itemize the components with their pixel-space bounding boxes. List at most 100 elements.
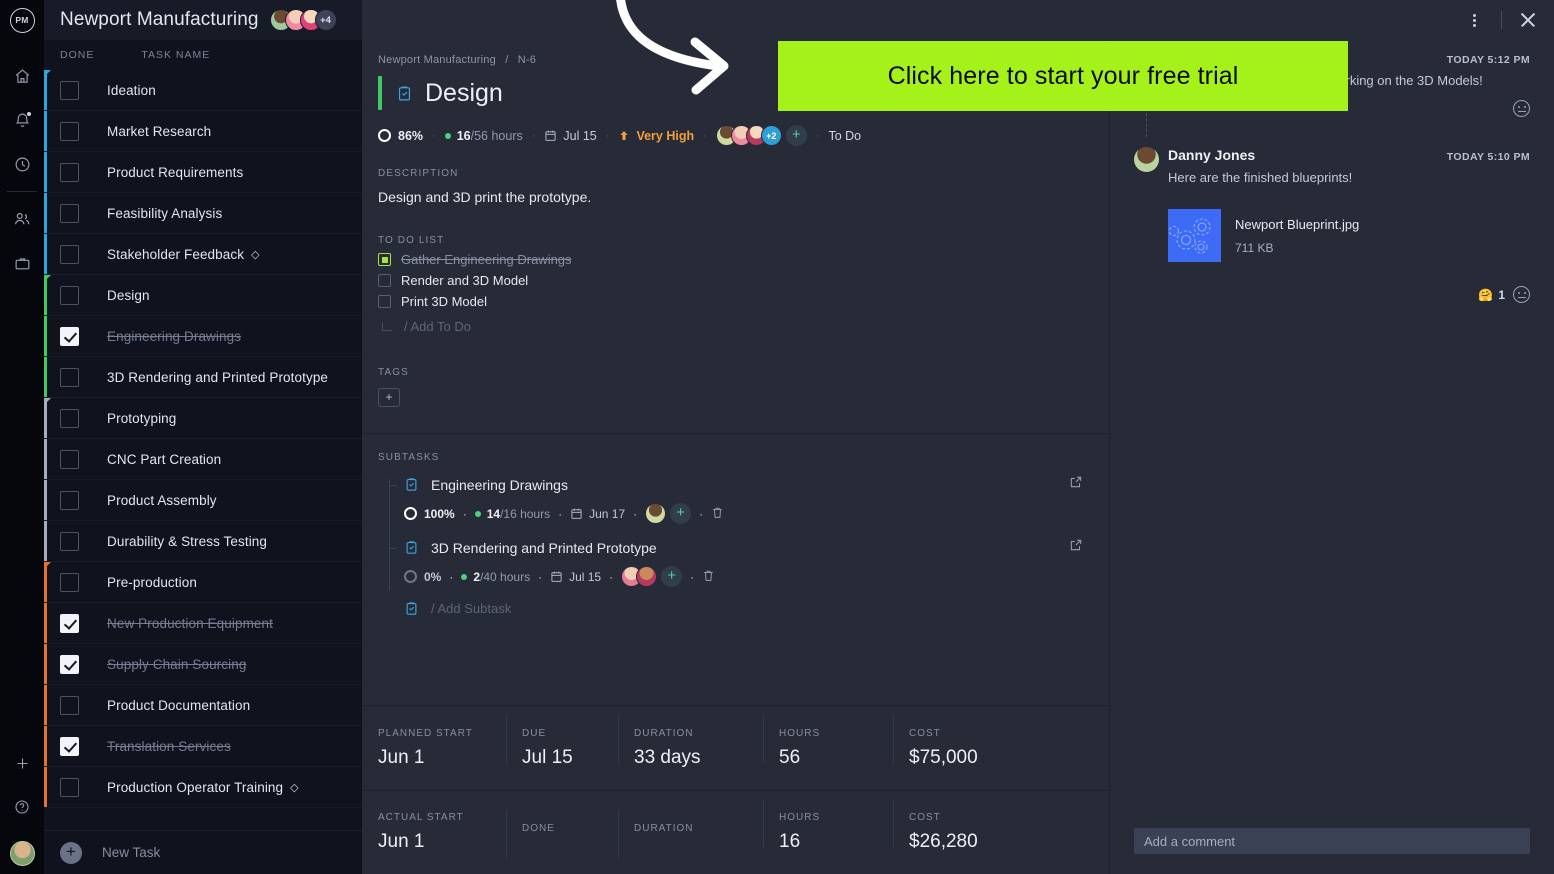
table-row[interactable]: Stakeholder Feedback ◇ bbox=[44, 234, 362, 275]
task-done-checkbox[interactable] bbox=[60, 613, 79, 633]
description-text[interactable]: Design and 3D print the prototype. bbox=[362, 179, 1109, 205]
task-done-checkbox[interactable] bbox=[60, 449, 79, 469]
rail-item-add[interactable] bbox=[0, 741, 44, 785]
breadcrumb-task-id[interactable]: N-6 bbox=[518, 54, 536, 66]
user-avatar[interactable] bbox=[9, 841, 35, 866]
reaction-chip[interactable]: 🤗 1 bbox=[1478, 288, 1505, 302]
table-row[interactable]: Ideation bbox=[44, 70, 362, 111]
rail-item-timesheets[interactable] bbox=[0, 142, 44, 186]
new-task-button[interactable]: + New Task bbox=[44, 830, 362, 874]
task-done-checkbox[interactable] bbox=[60, 367, 79, 387]
table-row[interactable]: New Production Equipment bbox=[44, 603, 362, 644]
task-accent-bar bbox=[378, 76, 382, 110]
todo-checkbox[interactable] bbox=[378, 295, 391, 308]
table-row[interactable]: Design bbox=[44, 275, 362, 316]
add-subtask-button[interactable]: / Add Subtask bbox=[378, 601, 1109, 616]
progress-ring-icon bbox=[378, 129, 391, 142]
todo-item[interactable]: Render and 3D Model bbox=[362, 267, 1109, 288]
todo-item[interactable]: Gather Engineering Drawings bbox=[362, 246, 1109, 267]
stat-value: Jun 1 bbox=[378, 831, 425, 852]
row-color-strip bbox=[44, 521, 47, 561]
rail-item-home[interactable] bbox=[0, 54, 44, 98]
todo-checkbox[interactable] bbox=[378, 253, 391, 266]
comment-input[interactable] bbox=[1134, 828, 1530, 854]
add-reaction-icon[interactable] bbox=[1513, 100, 1530, 117]
task-done-checkbox[interactable] bbox=[60, 777, 79, 797]
task-done-checkbox[interactable] bbox=[60, 531, 79, 551]
subtask-meta: 0% · 2/40 hours · Jul 15 · + · bbox=[404, 566, 1109, 587]
plus-icon bbox=[17, 758, 27, 768]
open-subtask-icon[interactable] bbox=[1069, 475, 1083, 494]
task-done-checkbox[interactable] bbox=[60, 572, 79, 592]
subtask-assignees[interactable]: + bbox=[645, 503, 692, 524]
task-done-checkbox[interactable] bbox=[60, 121, 79, 141]
subtask-item: 3D Rendering and Printed Prototype 0% · 2/4… bbox=[378, 538, 1109, 587]
table-row[interactable]: Supply Chain Sourcing bbox=[44, 644, 362, 685]
rail-item-notifications[interactable] bbox=[0, 98, 44, 142]
task-done-checkbox[interactable] bbox=[60, 326, 79, 346]
rail-item-projects[interactable] bbox=[0, 241, 44, 285]
task-done-checkbox[interactable] bbox=[60, 244, 79, 264]
add-assignee-button[interactable]: + bbox=[661, 566, 683, 587]
add-reaction-icon[interactable] bbox=[1513, 286, 1530, 303]
comment-body: Here are the finished blueprints! bbox=[1168, 170, 1353, 185]
add-assignee-button[interactable]: + bbox=[785, 125, 807, 146]
stat-value: $26,280 bbox=[909, 831, 978, 852]
task-done-checkbox[interactable] bbox=[60, 654, 79, 674]
subtasks-label: SUBTASKS bbox=[378, 452, 440, 463]
table-row[interactable]: Product Assembly bbox=[44, 480, 362, 521]
stat-label: HOURS bbox=[779, 812, 821, 823]
subtask-progress: 100% bbox=[424, 506, 455, 521]
subtask-meta: 100% · 14/16 hours · Jun 17 · + · bbox=[404, 503, 1109, 524]
add-todo-button[interactable]: / Add To Do bbox=[362, 309, 1109, 334]
subtask-title[interactable]: 3D Rendering and Printed Prototype bbox=[431, 540, 657, 556]
meta-dot: · bbox=[432, 129, 436, 142]
todo-checkbox[interactable] bbox=[378, 274, 391, 287]
add-assignee-button[interactable]: + bbox=[670, 503, 692, 524]
subtask-title[interactable]: Engineering Drawings bbox=[431, 477, 568, 493]
table-row[interactable]: Prototyping bbox=[44, 398, 362, 439]
table-row[interactable]: Market Research bbox=[44, 111, 362, 152]
comment-attachment[interactable]: Newport Blueprint.jpg 711 KB bbox=[1168, 209, 1530, 262]
table-row[interactable]: Product Requirements bbox=[44, 152, 362, 193]
task-done-checkbox[interactable] bbox=[60, 736, 79, 756]
delete-subtask-icon[interactable] bbox=[711, 506, 724, 522]
table-row[interactable]: Feasibility Analysis bbox=[44, 193, 362, 234]
table-row[interactable]: Translation Services bbox=[44, 726, 362, 767]
more-options-button[interactable] bbox=[1461, 7, 1487, 33]
open-subtask-icon[interactable] bbox=[1069, 538, 1083, 557]
task-done-checkbox[interactable] bbox=[60, 80, 79, 100]
meta-dot: · bbox=[633, 506, 638, 521]
table-row[interactable]: Durability & Stress Testing bbox=[44, 521, 362, 562]
tree-corner-icon bbox=[382, 322, 392, 331]
close-button[interactable] bbox=[1516, 8, 1540, 32]
table-row[interactable]: CNC Part Creation bbox=[44, 439, 362, 480]
task-done-checkbox[interactable] bbox=[60, 285, 79, 305]
table-row[interactable]: 3D Rendering and Printed Prototype bbox=[44, 357, 362, 398]
task-done-checkbox[interactable] bbox=[60, 408, 79, 428]
add-tag-button[interactable]: + bbox=[378, 388, 400, 407]
assignee-group[interactable]: +2 + bbox=[715, 125, 807, 146]
task-done-checkbox[interactable] bbox=[60, 203, 79, 223]
delete-subtask-icon[interactable] bbox=[702, 569, 715, 585]
table-row[interactable]: Production Operator Training ◇ bbox=[44, 767, 362, 808]
status-badge[interactable]: To Do bbox=[828, 129, 861, 143]
table-row[interactable]: Engineering Drawings bbox=[44, 316, 362, 357]
table-row[interactable]: Product Documentation bbox=[44, 685, 362, 726]
todo-item[interactable]: Print 3D Model bbox=[362, 288, 1109, 309]
project-members[interactable]: +4 bbox=[269, 9, 337, 31]
app-logo[interactable]: PM bbox=[0, 0, 44, 40]
rail-item-help[interactable] bbox=[0, 785, 44, 829]
task-done-checkbox[interactable] bbox=[60, 490, 79, 510]
breadcrumb-project[interactable]: Newport Manufacturing bbox=[378, 54, 496, 66]
tags-block: TAGS + bbox=[362, 334, 1109, 407]
table-row[interactable]: Pre-production bbox=[44, 562, 362, 603]
avatar-overflow: +4 bbox=[314, 9, 337, 31]
rail-item-team[interactable] bbox=[0, 197, 44, 241]
task-done-checkbox[interactable] bbox=[60, 162, 79, 182]
meta-dot: · bbox=[609, 569, 614, 584]
progress-percent: 86% bbox=[398, 128, 424, 143]
subtask-assignees[interactable]: + bbox=[621, 566, 683, 587]
task-done-checkbox[interactable] bbox=[60, 695, 79, 715]
free-trial-cta-banner[interactable]: Click here to start your free trial bbox=[778, 41, 1348, 111]
